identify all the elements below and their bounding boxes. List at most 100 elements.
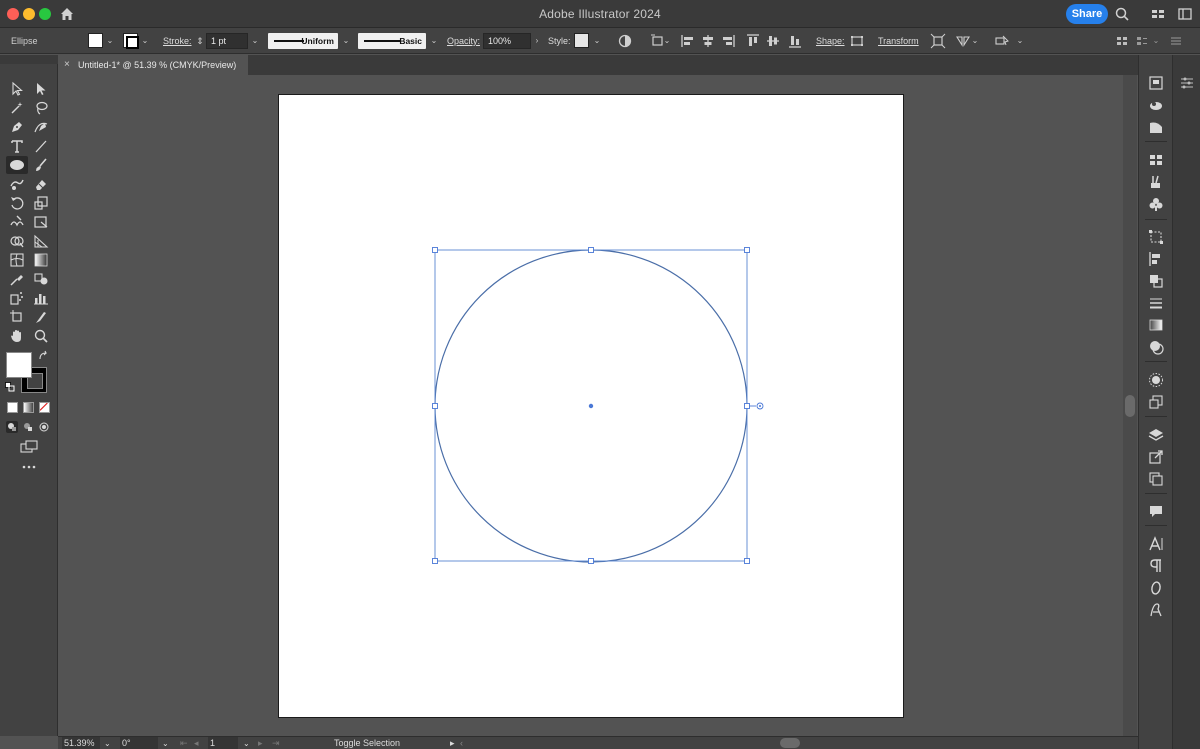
graphic-styles-icon[interactable] [1147,393,1165,411]
glyphs-icon[interactable] [1147,601,1165,619]
handle-top-right[interactable] [744,247,750,253]
symbols-icon[interactable] [1147,195,1165,213]
variable-width-profile-dropdown[interactable]: Uniform [268,33,338,49]
default-fill-stroke-icon[interactable] [5,382,15,392]
warp-tool-icon[interactable] [8,213,26,231]
status-text[interactable]: Toggle Selection [334,737,400,749]
close-tab-icon[interactable]: × [64,55,70,75]
layers-icon[interactable] [1147,426,1165,444]
chevron-down-icon[interactable]: ⌄ [341,34,351,48]
chevron-down-icon[interactable]: ⌄ [104,737,111,749]
blend-tool-icon[interactable] [32,270,50,288]
type-tool-icon[interactable] [8,137,26,155]
libraries-icon[interactable] [1147,96,1165,114]
vertical-scrollbar[interactable] [1123,75,1137,736]
draw-inside-icon[interactable] [37,420,51,434]
stroke-label[interactable]: Stroke: [163,28,192,54]
chevron-down-icon[interactable]: ⌄ [592,34,602,48]
pathfinder-icon[interactable] [1147,272,1165,290]
eraser-tool-icon[interactable] [32,175,50,193]
gradient-icon[interactable] [1147,316,1165,334]
chevron-down-icon[interactable]: ⌄ [662,34,672,48]
panel-collapse-strip[interactable] [0,55,58,64]
artboard-tool-icon[interactable] [8,308,26,326]
workspace-switcher-icon[interactable] [1177,6,1193,22]
selection-tool-icon[interactable] [8,80,26,98]
panel-layout-icon[interactable] [1114,33,1130,49]
next-artboard-icon[interactable]: ▸ [258,737,263,749]
screen-mode-icon[interactable] [19,439,39,455]
column-graph-tool-icon[interactable] [32,289,50,307]
swap-fill-stroke-icon[interactable] [38,350,50,362]
perspective-grid-tool-icon[interactable] [32,232,50,250]
chevron-down-icon[interactable]: ⌄ [1015,34,1025,48]
transform-label[interactable]: Transform [878,28,919,54]
handle-top-left[interactable] [432,247,438,253]
pen-tool-icon[interactable] [8,118,26,136]
character-icon[interactable] [1147,535,1165,553]
transform-icon[interactable] [1147,228,1165,246]
magic-wand-tool-icon[interactable] [8,99,26,117]
chevron-down-icon[interactable]: ⌄ [250,34,260,48]
align-right-icon[interactable] [720,33,736,49]
chevron-right-icon[interactable]: › [532,34,542,48]
align-icon[interactable] [1147,250,1165,268]
brushes-icon[interactable] [1147,173,1165,191]
artboard-number-field[interactable]: 1 [208,737,238,749]
first-artboard-icon[interactable]: ⇤ [180,737,188,749]
free-transform-tool-icon[interactable] [32,213,50,231]
more-tools-icon[interactable] [20,461,38,473]
handle-bottom-left[interactable] [432,558,438,564]
align-middle-icon[interactable] [765,33,781,49]
direct-selection-tool-icon[interactable] [32,80,50,98]
chevron-down-icon[interactable]: ⌄ [243,737,250,749]
chevron-down-icon[interactable]: ⌄ [970,34,980,48]
gradient-tool-icon[interactable] [32,251,50,269]
properties-icon[interactable] [1147,74,1165,92]
draw-normal-icon[interactable] [5,420,19,434]
artboards-icon[interactable] [1147,470,1165,488]
opacity-label[interactable]: Opacity: [447,28,480,54]
stroke-weight-field[interactable]: 1 pt [206,33,248,49]
rotate-view-field[interactable]: 0° [120,737,158,749]
stroke-icon[interactable] [1147,294,1165,312]
align-left-icon[interactable] [680,33,696,49]
hand-tool-icon[interactable] [8,327,26,345]
previous-artboard-icon[interactable]: ◂ [194,737,199,749]
shape-properties-icon[interactable] [849,33,865,49]
transparency-icon[interactable] [1147,338,1165,356]
brush-definition-dropdown[interactable]: Basic [358,33,426,49]
chevron-down-icon[interactable]: ⌄ [105,34,115,48]
asset-export-icon[interactable] [1147,448,1165,466]
rotate-tool-icon[interactable] [8,194,26,212]
lasso-tool-icon[interactable] [32,99,50,117]
symbol-sprayer-tool-icon[interactable] [8,289,26,307]
align-top-icon[interactable] [745,33,761,49]
scale-tool-icon[interactable] [32,194,50,212]
search-icon[interactable] [1114,6,1130,22]
line-segment-tool-icon[interactable] [32,137,50,155]
fill-color-box[interactable] [6,352,32,378]
chevron-down-icon[interactable]: ⌄ [429,34,439,48]
shape-label[interactable]: Shape: [816,28,845,54]
transform-bounds-icon[interactable] [930,33,946,49]
zoom-level-field[interactable]: 51.39% [62,737,100,749]
last-artboard-icon[interactable]: ⇥ [272,737,280,749]
horizontal-scroll-thumb[interactable] [780,738,800,748]
swatches-icon[interactable] [1147,151,1165,169]
shape-builder-tool-icon[interactable] [8,232,26,250]
recolor-artwork-icon[interactable] [617,33,633,49]
control-bar-menu-icon[interactable] [1168,33,1184,49]
vertical-scroll-thumb[interactable] [1125,395,1135,417]
stroke-stepper-icon[interactable]: ⇕ [195,34,205,48]
stroke-color-swatch[interactable] [123,33,139,49]
panel-options-icon[interactable] [1178,74,1196,92]
mesh-tool-icon[interactable] [8,251,26,269]
paintbrush-tool-icon[interactable] [32,156,50,174]
align-bottom-icon[interactable] [787,33,803,49]
ellipse-tool-icon[interactable] [6,156,28,174]
chevron-down-icon[interactable]: ⌄ [1151,34,1161,48]
paragraph-icon[interactable] [1147,557,1165,575]
shaper-tool-icon[interactable] [8,175,26,193]
share-button[interactable]: Share [1066,4,1108,24]
